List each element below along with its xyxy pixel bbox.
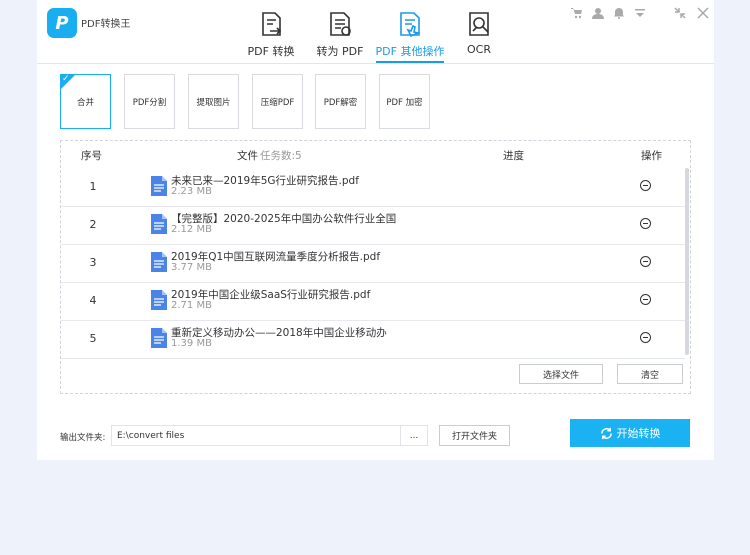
- tool-compress-pdf[interactable]: 压缩PDF: [252, 74, 303, 129]
- open-folder-button[interactable]: 打开文件夹: [439, 425, 510, 446]
- bell-icon[interactable]: [612, 6, 626, 20]
- table-row[interactable]: 5 重新定义移动办公——2018年中国企业移动办 1.39 MB: [61, 320, 685, 359]
- app-name: PDF转换王: [81, 19, 131, 30]
- tab-pdf-convert[interactable]: PDF 转换: [236, 8, 306, 63]
- tool-label: PDF 加密: [386, 97, 423, 108]
- row-number: 4: [89, 294, 97, 307]
- file-doc-icon: [151, 214, 167, 234]
- file-doc-icon: [151, 328, 167, 348]
- remove-icon[interactable]: [640, 294, 651, 305]
- file-size: 2.23 MB: [171, 186, 212, 197]
- cart-icon[interactable]: [570, 6, 584, 20]
- tool-merge[interactable]: ✓ 合并: [60, 74, 111, 129]
- tool-extract-images[interactable]: 提取图片: [188, 74, 239, 129]
- task-count: 任务数:5: [260, 150, 302, 162]
- file-size: 3.77 MB: [171, 262, 212, 273]
- file-doc-icon: [151, 252, 167, 272]
- row-number: 3: [89, 256, 97, 269]
- remove-icon[interactable]: [640, 218, 651, 229]
- user-icon[interactable]: [591, 6, 605, 20]
- close-icon[interactable]: [696, 6, 710, 20]
- start-convert-button[interactable]: 开始转换: [570, 419, 690, 447]
- minimize-icon[interactable]: [673, 6, 687, 20]
- tab-label: PDF 转换: [247, 45, 295, 58]
- tool-label: 压缩PDF: [260, 97, 295, 108]
- tab-label: 转为 PDF: [316, 45, 364, 58]
- tool-pdf-split[interactable]: PDF分割: [124, 74, 175, 129]
- file-size: 2.12 MB: [171, 224, 212, 235]
- tab-to-pdf[interactable]: 转为 PDF: [305, 8, 375, 63]
- file-doc-icon: [151, 176, 167, 196]
- tab-label: OCR: [467, 43, 491, 56]
- tool-pdf-decrypt[interactable]: PDF解密: [315, 74, 366, 129]
- file-list-area: 序号 文件 任务数:5 进度 操作 1 未来已来—2019年5G行业研究报告.p…: [60, 140, 691, 394]
- file-size: 2.71 MB: [171, 300, 212, 311]
- table-header: 序号 文件 任务数:5 进度 操作: [61, 141, 690, 168]
- col-progress-header: 进度: [503, 150, 524, 162]
- tab-label: PDF 其他操作: [375, 45, 445, 58]
- app-window: P PDF转换王 PDF 转换 转为 PDF PDF 其他操作 OCR ✓ 合并…: [37, 0, 714, 460]
- row-number: 2: [89, 218, 97, 231]
- browse-button[interactable]: ...: [400, 425, 428, 446]
- table-row[interactable]: 4 2019年中国企业级SaaS行业研究报告.pdf 2.71 MB: [61, 282, 685, 321]
- output-folder-input[interactable]: E:\convert files: [111, 425, 401, 446]
- file-size: 1.39 MB: [171, 338, 212, 349]
- col-file-header: 文件: [237, 150, 258, 162]
- pdf-other-icon: [400, 12, 421, 38]
- refresh-icon: [600, 427, 612, 439]
- remove-icon[interactable]: [640, 256, 651, 267]
- remove-icon[interactable]: [640, 180, 651, 191]
- row-number: 1: [89, 180, 97, 193]
- start-convert-label: 开始转换: [616, 427, 661, 440]
- table-row[interactable]: 2 【完整版】2020-2025年中国办公软件行业全国 2.12 MB: [61, 206, 685, 245]
- table-row[interactable]: 3 2019年Q1中国互联网流量季度分析报告.pdf 3.77 MB: [61, 244, 685, 283]
- tool-pdf-encrypt[interactable]: PDF 加密: [379, 74, 430, 129]
- tool-label: PDF分割: [132, 97, 167, 108]
- tab-pdf-other[interactable]: PDF 其他操作: [375, 8, 445, 63]
- to-pdf-icon: [330, 12, 351, 36]
- file-list-scrollbar[interactable]: [685, 168, 689, 355]
- pdf-convert-icon: [262, 12, 282, 36]
- row-number: 5: [89, 332, 97, 345]
- ocr-icon: [469, 12, 489, 36]
- clear-button[interactable]: 清空: [617, 364, 683, 384]
- select-files-button[interactable]: 选择文件: [519, 364, 603, 384]
- tab-ocr[interactable]: OCR: [444, 8, 514, 63]
- menu-icon[interactable]: [633, 6, 647, 20]
- remove-icon[interactable]: [640, 332, 651, 343]
- col-index-header: 序号: [81, 150, 102, 162]
- file-doc-icon: [151, 290, 167, 310]
- check-icon: ✓: [62, 74, 70, 84]
- tool-label: 合并: [76, 97, 94, 108]
- table-row[interactable]: 1 未来已来—2019年5G行业研究报告.pdf 2.23 MB: [61, 168, 685, 207]
- title-bar: P PDF转换王 PDF 转换 转为 PDF PDF 其他操作 OCR: [37, 0, 714, 64]
- col-action-header: 操作: [641, 150, 662, 162]
- tool-label: PDF解密: [323, 97, 358, 108]
- logo-letter: P: [55, 12, 69, 34]
- app-logo: P: [47, 8, 77, 38]
- tool-label: 提取图片: [196, 97, 231, 108]
- output-folder-label: 输出文件夹:: [60, 433, 106, 443]
